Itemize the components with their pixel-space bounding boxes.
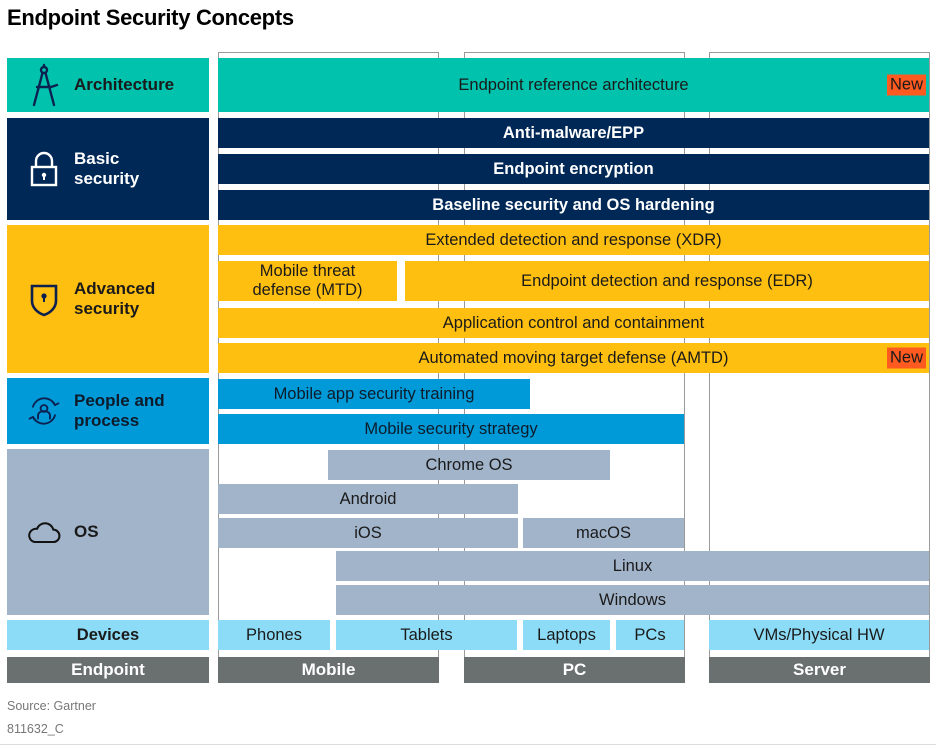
footer-mobile: Mobile	[218, 657, 439, 683]
new-badge: New	[886, 347, 926, 369]
compass-icon	[27, 63, 61, 107]
bar-anti-malware: Anti-malware/EPP	[218, 118, 929, 148]
bar-windows: Windows	[336, 585, 929, 615]
bar-ios: iOS	[218, 518, 518, 548]
new-badge: New	[886, 74, 926, 96]
category-label: OS	[74, 522, 99, 542]
device-servers: VMs/Physical HW	[709, 620, 929, 650]
category-people-process: People and process	[7, 378, 209, 444]
padlock-icon	[27, 151, 61, 187]
category-devices: Devices	[7, 620, 209, 650]
footer-server: Server	[709, 657, 930, 683]
bar-macos: macOS	[523, 518, 684, 548]
category-label: People and process	[74, 391, 165, 430]
divider	[0, 744, 936, 745]
bar-mobile-app-security-training: Mobile app security training	[218, 379, 530, 409]
device-pcs: PCs	[616, 620, 684, 650]
source-note: Source: Gartner	[7, 699, 96, 713]
footer-endpoint: Endpoint	[7, 657, 209, 683]
bar-mtd: Mobile threat defense (MTD)	[218, 261, 397, 301]
person-cycle-icon	[27, 394, 61, 428]
category-os: OS	[7, 449, 209, 615]
bar-endpoint-reference-architecture: Endpoint reference architecture New	[218, 58, 929, 112]
category-label: Architecture	[74, 75, 175, 95]
document-id: 811632_C	[7, 722, 64, 736]
bar-edr: Endpoint detection and response (EDR)	[405, 261, 929, 301]
bar-application-control: Application control and containment	[218, 308, 929, 338]
category-basic-security: Basic security	[7, 118, 209, 220]
page-title: Endpoint Security Concepts	[7, 5, 294, 30]
category-advanced-security: Advanced security	[7, 225, 209, 373]
bar-baseline-security: Baseline security and OS hardening	[218, 190, 929, 220]
bar-mobile-security-strategy: Mobile security strategy	[218, 414, 684, 444]
category-label: Basic security	[74, 149, 140, 188]
device-tablets: Tablets	[336, 620, 517, 650]
bar-endpoint-encryption: Endpoint encryption	[218, 154, 929, 184]
device-laptops: Laptops	[523, 620, 610, 650]
bar-xdr: Extended detection and response (XDR)	[218, 225, 929, 255]
shield-icon	[27, 282, 61, 317]
bar-amtd: Automated moving target defense (AMTD) N…	[218, 343, 929, 373]
cloud-icon	[27, 515, 61, 549]
bar-android: Android	[218, 484, 518, 514]
category-architecture: Architecture	[7, 58, 209, 112]
footer-pc: PC	[464, 657, 685, 683]
category-label: Advanced security	[74, 279, 156, 318]
device-phones: Phones	[218, 620, 330, 650]
bar-chrome-os: Chrome OS	[328, 450, 610, 480]
bar-linux: Linux	[336, 551, 929, 581]
